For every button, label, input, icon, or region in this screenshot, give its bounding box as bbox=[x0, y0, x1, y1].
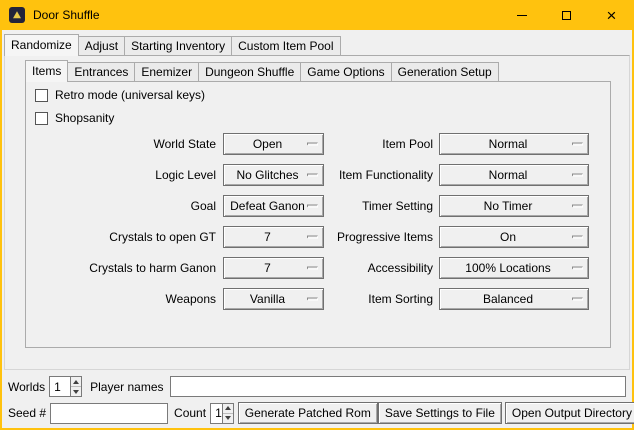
spin-up-icon[interactable] bbox=[71, 377, 81, 387]
count-label: Count bbox=[174, 406, 206, 420]
shopsanity-checkbox-row[interactable]: Shopsanity bbox=[35, 109, 114, 127]
dropdown-indicator-icon bbox=[572, 236, 583, 239]
world-state-label: World State bbox=[30, 133, 216, 155]
window-body: Randomize Adjust Starting Inventory Cust… bbox=[2, 30, 632, 428]
item-pool-dropdown[interactable]: Normal bbox=[439, 133, 589, 155]
items-tab-pane: Retro mode (universal keys) Shopsanity W… bbox=[25, 81, 611, 348]
count-spinbox[interactable]: 1 bbox=[210, 403, 234, 424]
generate-patched-rom-button[interactable]: Generate Patched Rom bbox=[238, 402, 378, 424]
timer-setting-label: Timer Setting bbox=[246, 195, 433, 217]
accessibility-dropdown[interactable]: 100% Locations bbox=[439, 257, 589, 279]
spin-up-icon[interactable] bbox=[223, 404, 233, 414]
item-functionality-label: Item Functionality bbox=[246, 164, 433, 186]
maximize-icon bbox=[562, 11, 571, 20]
tab-custom-item-pool[interactable]: Custom Item Pool bbox=[231, 36, 340, 55]
worlds-label: Worlds bbox=[8, 380, 45, 394]
door-shuffle-window: Door Shuffle × Randomize Adjust Starting… bbox=[0, 0, 634, 430]
titlebar: Door Shuffle × bbox=[0, 0, 634, 30]
dropdown-indicator-icon bbox=[572, 143, 583, 146]
spinner-arrows bbox=[222, 404, 233, 423]
player-names-label: Player names bbox=[90, 380, 163, 394]
crystals-harm-ganon-label: Crystals to harm Ganon bbox=[30, 257, 216, 279]
open-output-directory-button[interactable]: Open Output Directory bbox=[505, 402, 634, 424]
progressive-items-dropdown[interactable]: On bbox=[439, 226, 589, 248]
item-sorting-label: Item Sorting bbox=[246, 288, 433, 310]
weapons-label: Weapons bbox=[30, 288, 216, 310]
tab-entrances[interactable]: Entrances bbox=[67, 62, 135, 81]
accessibility-label: Accessibility bbox=[246, 257, 433, 279]
shopsanity-label: Shopsanity bbox=[55, 111, 114, 125]
player-names-input[interactable] bbox=[170, 376, 627, 397]
tab-game-options[interactable]: Game Options bbox=[300, 62, 391, 81]
minimize-icon bbox=[517, 15, 527, 16]
timer-setting-dropdown[interactable]: No Timer bbox=[439, 195, 589, 217]
randomize-sub-tab-bar: Items Entrances Enemizer Dungeon Shuffle… bbox=[25, 60, 498, 82]
seed-row: Seed # Count 1 Generate Patched Rom Save… bbox=[8, 402, 629, 424]
logic-level-label: Logic Level bbox=[30, 164, 216, 186]
shopsanity-checkbox[interactable] bbox=[35, 112, 48, 125]
tab-enemizer[interactable]: Enemizer bbox=[134, 62, 199, 81]
tab-items[interactable]: Items bbox=[25, 60, 68, 82]
tab-randomize[interactable]: Randomize bbox=[4, 34, 79, 56]
seed-label: Seed # bbox=[8, 406, 46, 420]
spin-down-icon[interactable] bbox=[71, 387, 81, 396]
tab-adjust[interactable]: Adjust bbox=[78, 36, 125, 55]
tab-dungeon-shuffle[interactable]: Dungeon Shuffle bbox=[198, 62, 301, 81]
item-functionality-dropdown[interactable]: Normal bbox=[439, 164, 589, 186]
maximize-button[interactable] bbox=[544, 0, 589, 30]
count-value: 1 bbox=[211, 404, 222, 423]
tab-generation-setup[interactable]: Generation Setup bbox=[391, 62, 499, 81]
spinner-arrows bbox=[70, 377, 81, 396]
spin-down-icon[interactable] bbox=[223, 414, 233, 423]
dropdown-indicator-icon bbox=[572, 205, 583, 208]
worlds-spinbox[interactable]: 1 bbox=[49, 376, 82, 397]
tab-starting-inventory[interactable]: Starting Inventory bbox=[124, 36, 232, 55]
retro-mode-label: Retro mode (universal keys) bbox=[55, 88, 205, 102]
worlds-row: Worlds 1 Player names bbox=[8, 376, 627, 397]
retro-mode-checkbox[interactable] bbox=[35, 89, 48, 102]
close-button[interactable]: × bbox=[589, 0, 634, 30]
main-tab-bar: Randomize Adjust Starting Inventory Cust… bbox=[4, 34, 340, 56]
goal-label: Goal bbox=[30, 195, 216, 217]
door-shuffle-app-icon bbox=[9, 7, 25, 23]
dropdown-indicator-icon bbox=[572, 267, 583, 270]
dropdown-indicator-icon bbox=[572, 174, 583, 177]
item-pool-label: Item Pool bbox=[246, 133, 433, 155]
progressive-items-label: Progressive Items bbox=[246, 226, 433, 248]
dropdown-indicator-icon bbox=[572, 298, 583, 301]
close-icon: × bbox=[607, 7, 617, 24]
retro-mode-checkbox-row[interactable]: Retro mode (universal keys) bbox=[35, 86, 205, 104]
save-settings-button[interactable]: Save Settings to File bbox=[378, 402, 502, 424]
seed-input[interactable] bbox=[50, 403, 168, 424]
worlds-value: 1 bbox=[50, 377, 70, 396]
caption-buttons: × bbox=[499, 0, 634, 30]
window-title: Door Shuffle bbox=[33, 8, 100, 22]
item-sorting-dropdown[interactable]: Balanced bbox=[439, 288, 589, 310]
minimize-button[interactable] bbox=[499, 0, 544, 30]
crystals-open-gt-label: Crystals to open GT bbox=[30, 226, 216, 248]
